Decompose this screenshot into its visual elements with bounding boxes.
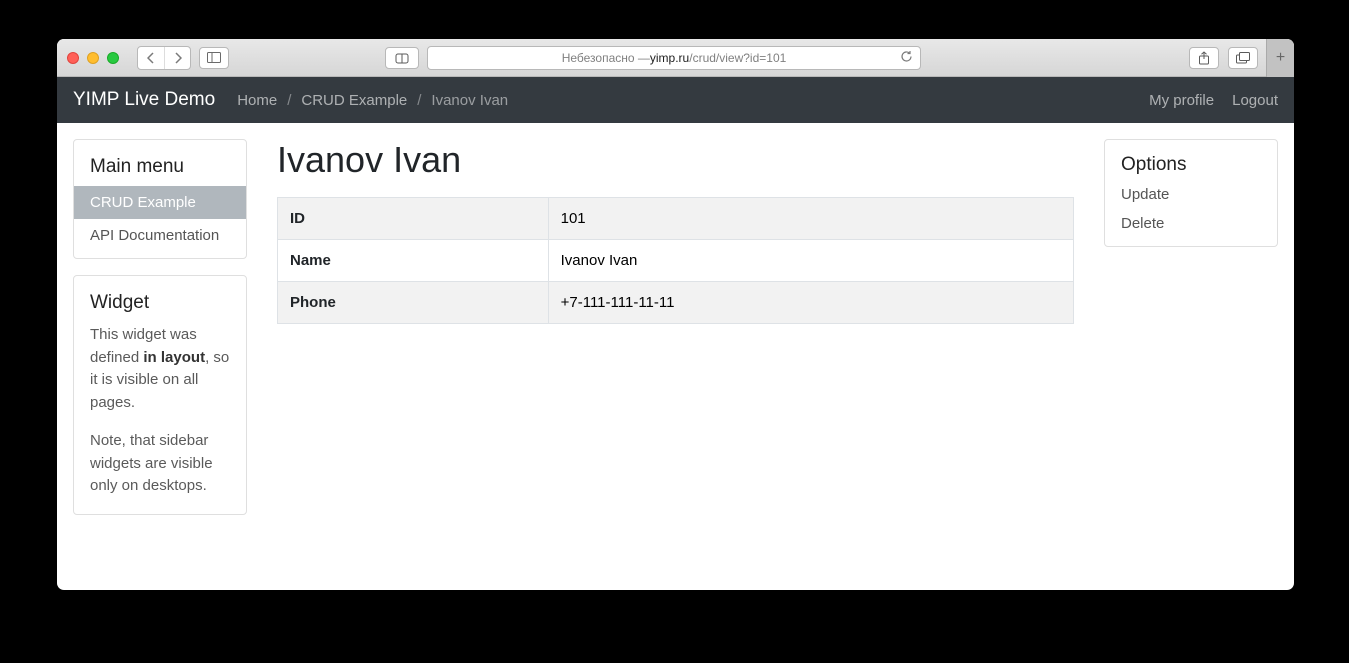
options-title: Options [1105,140,1277,180]
reload-icon[interactable] [900,50,913,66]
address-security-label: Небезопасно — [562,51,650,65]
table-row: Phone +7-111-111-11-11 [278,282,1074,324]
main-menu-card: Main menu CRUD Example API Documentation [73,139,247,259]
reader-button[interactable] [385,47,419,69]
page-content: Main menu CRUD Example API Documentation… [57,123,1294,531]
page-title: Ivanov Ivan [277,139,1074,181]
close-window-icon[interactable] [67,52,79,64]
address-domain: yimp.ru [650,51,689,65]
tabs-button[interactable] [1228,47,1258,69]
my-profile-link[interactable]: My profile [1149,92,1214,109]
address-path: /crud/view?id=101 [689,51,786,65]
sidebar-left: Main menu CRUD Example API Documentation… [73,139,247,515]
app-navbar: YIMP Live Demo Home / CRUD Example / Iva… [57,77,1294,123]
table-row: ID 101 [278,198,1074,240]
detail-table: ID 101 Name Ivanov Ivan Phone +7-111-111… [277,197,1074,324]
widget-title: Widget [90,292,230,314]
browser-window: Небезопасно — yimp.ru /crud/view?id=101 … [57,39,1294,590]
row-label: Phone [278,282,549,324]
maximize-window-icon[interactable] [107,52,119,64]
breadcrumb-sep: / [287,92,291,109]
row-value: +7-111-111-11-11 [548,282,1073,324]
update-link[interactable]: Update [1105,180,1277,209]
sidebar-item-crud-example[interactable]: CRUD Example [74,186,246,219]
delete-link[interactable]: Delete [1105,209,1277,246]
widget-p1b: in layout [143,349,205,366]
browser-title-bar: Небезопасно — yimp.ru /crud/view?id=101 … [57,39,1294,77]
minimize-window-icon[interactable] [87,52,99,64]
forward-button[interactable] [164,47,190,69]
toolbar-right [1189,47,1258,69]
row-label: ID [278,198,549,240]
back-button[interactable] [138,47,164,69]
main-area: Ivanov Ivan ID 101 Name Ivanov Ivan Phon… [277,139,1074,324]
options-panel: Options Update Delete [1104,139,1278,247]
main-menu: CRUD Example API Documentation [74,186,246,258]
brand[interactable]: YIMP Live Demo [73,89,215,111]
breadcrumb-current: Ivanov Ivan [431,92,508,109]
row-value: 101 [548,198,1073,240]
row-label: Name [278,240,549,282]
breadcrumb-home[interactable]: Home [237,92,277,109]
widget-text: This widget was defined in layout, so it… [90,324,230,498]
navbar-right: My profile Logout [1149,92,1278,109]
window-controls [67,52,119,64]
main-menu-title: Main menu [90,156,230,178]
sidebar-item-api-docs[interactable]: API Documentation [74,219,246,258]
new-tab-button[interactable]: + [1266,39,1294,77]
breadcrumb-crud[interactable]: CRUD Example [301,92,407,109]
sidebar-toggle-button[interactable] [199,47,229,69]
nav-back-forward [137,46,191,70]
breadcrumb-sep: / [417,92,421,109]
address-bar[interactable]: Небезопасно — yimp.ru /crud/view?id=101 [427,46,921,70]
share-button[interactable] [1189,47,1219,69]
logout-link[interactable]: Logout [1232,92,1278,109]
widget-card: Widget This widget was defined in layout… [73,275,247,515]
row-value: Ivanov Ivan [548,240,1073,282]
breadcrumb: Home / CRUD Example / Ivanov Ivan [237,92,508,109]
table-row: Name Ivanov Ivan [278,240,1074,282]
widget-p2: Note, that sidebar widgets are visible o… [90,430,230,498]
